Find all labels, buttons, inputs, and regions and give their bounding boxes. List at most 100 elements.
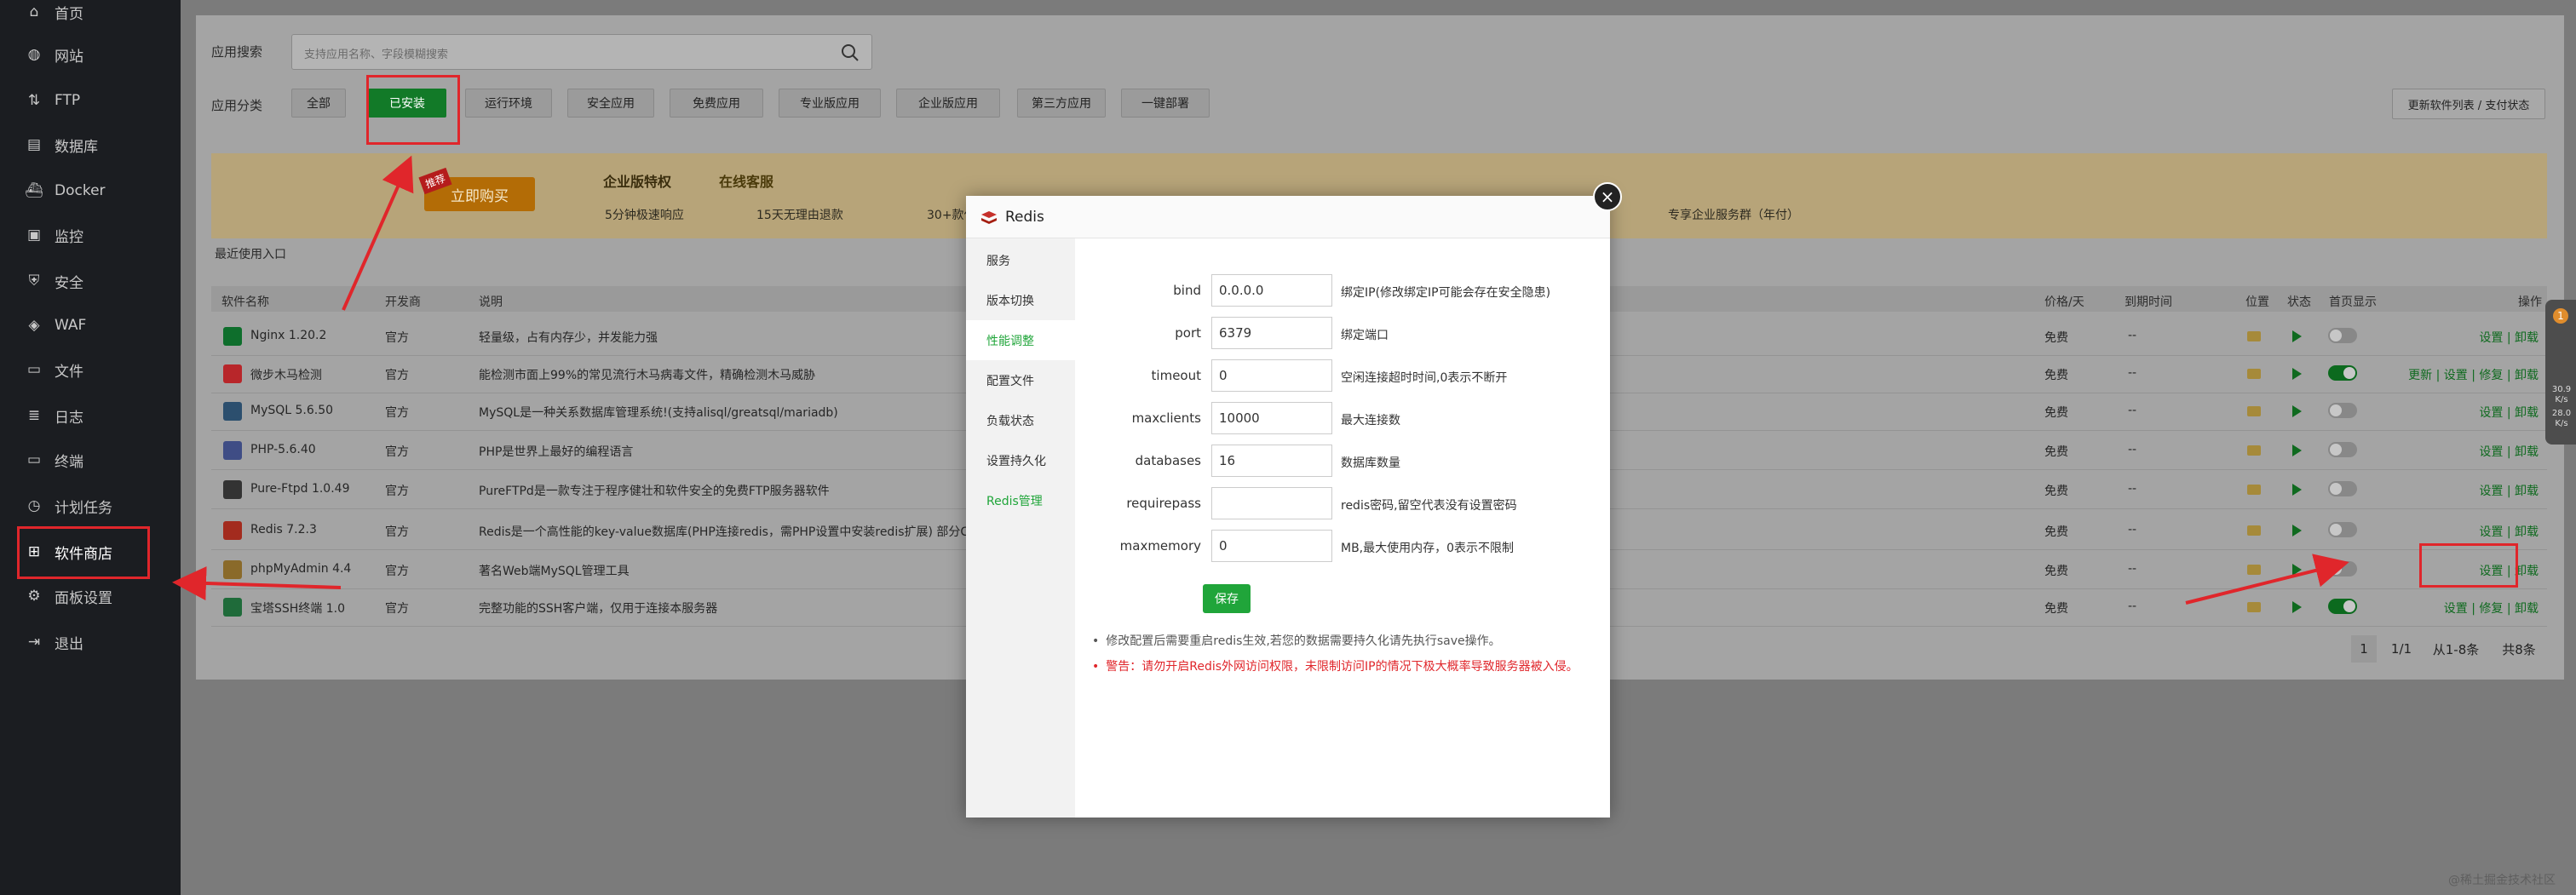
field-label: port xyxy=(1175,325,1201,341)
category-tab-2[interactable]: 运行环境 xyxy=(465,89,552,118)
folder-icon[interactable] xyxy=(2247,369,2261,379)
app-operations[interactable]: 设置 | 卸载 xyxy=(2479,329,2539,346)
requirepass-input[interactable] xyxy=(1211,487,1332,519)
search-icon[interactable] xyxy=(841,43,860,62)
folder-icon[interactable] xyxy=(2247,331,2261,341)
sidebar-item-14[interactable]: ⇥ 退出 xyxy=(0,622,181,663)
bind-input[interactable]: 0.0.0.0 xyxy=(1211,274,1332,307)
th-status: 状态 xyxy=(2287,295,2311,309)
sidebar-item-6[interactable]: ⛨ 安全 xyxy=(0,261,181,301)
app-operations[interactable]: 设置 | 卸载 xyxy=(2479,482,2539,499)
app-name[interactable]: Redis 7.2.3 xyxy=(250,523,317,536)
home-display-toggle[interactable] xyxy=(2328,442,2357,457)
modal-header: Redis xyxy=(966,196,1610,238)
app-description: 著名Web端MySQL管理工具 xyxy=(479,565,630,578)
modal-tab-6[interactable]: Redis管理 xyxy=(966,480,1075,520)
maxmemory-input[interactable]: 0 xyxy=(1211,530,1332,562)
home-display-toggle[interactable] xyxy=(2328,561,2357,577)
field-row-maxmemory: maxmemory 0 MB,最大使用内存，0表示不限制 xyxy=(1094,530,1605,564)
play-icon[interactable] xyxy=(2292,445,2302,456)
app-operations[interactable]: 设置 | 卸载 xyxy=(2479,443,2539,460)
play-icon[interactable] xyxy=(2292,330,2302,342)
terminal-icon: ▭ xyxy=(26,451,42,468)
sidebar-item-8[interactable]: ▭ 文件 xyxy=(0,349,181,390)
home-display-toggle[interactable] xyxy=(2328,522,2357,537)
modal-tab-1[interactable]: 版本切换 xyxy=(966,280,1075,320)
category-tab-7[interactable]: 第三方应用 xyxy=(1017,89,1106,118)
play-icon[interactable] xyxy=(2292,601,2302,613)
modal-tab-4[interactable]: 负载状态 xyxy=(966,400,1075,440)
play-icon[interactable] xyxy=(2292,564,2302,576)
databases-input[interactable]: 16 xyxy=(1211,445,1332,477)
home-display-toggle[interactable] xyxy=(2328,365,2357,381)
app-name[interactable]: PHP-5.6.40 xyxy=(250,443,316,456)
app-operations[interactable]: 设置 | 卸载 xyxy=(2479,404,2539,421)
field-row-bind: bind 0.0.0.0 绑定IP(修改绑定IP可能会存在安全隐患) xyxy=(1094,274,1605,308)
app-description: PHP是世界上最好的编程语言 xyxy=(479,445,634,459)
category-tab-3[interactable]: 安全应用 xyxy=(567,89,654,118)
sidebar-item-13[interactable]: ⚙ 面板设置 xyxy=(0,576,181,617)
category-tab-0[interactable]: 全部 xyxy=(291,89,346,118)
port-input[interactable]: 6379 xyxy=(1211,317,1332,349)
home-display-toggle[interactable] xyxy=(2328,481,2357,496)
play-icon[interactable] xyxy=(2292,484,2302,496)
home-display-toggle[interactable] xyxy=(2328,328,2357,343)
folder-icon[interactable] xyxy=(2247,602,2261,612)
home-display-toggle[interactable] xyxy=(2328,403,2357,418)
pagination-current[interactable]: 1 xyxy=(2351,635,2377,663)
field-hint: 空闲连接超时时间,0表示不断开 xyxy=(1341,371,1508,385)
app-expire: -- xyxy=(2128,562,2137,576)
folder-icon[interactable] xyxy=(2247,485,2261,495)
sidebar-item-1[interactable]: ◍ 网站 xyxy=(0,34,181,75)
category-tab-5[interactable]: 专业版应用 xyxy=(779,89,881,118)
sidebar-item-4[interactable]: ⛴ Docker xyxy=(0,170,181,211)
play-icon[interactable] xyxy=(2292,405,2302,417)
app-price: 免费 xyxy=(2044,406,2068,420)
app-operations[interactable]: 设置 | 卸载 xyxy=(2479,523,2539,540)
folder-icon[interactable] xyxy=(2247,565,2261,575)
sidebar-item-5[interactable]: ▣ 监控 xyxy=(0,215,181,255)
sidebar-item-11[interactable]: ◷ 计划任务 xyxy=(0,485,181,526)
app-name[interactable]: Pure-Ftpd 1.0.49 xyxy=(250,482,349,496)
close-icon[interactable]: × xyxy=(1593,182,1622,211)
app-name[interactable]: 微步木马检测 xyxy=(250,366,322,383)
folder-icon[interactable] xyxy=(2247,406,2261,416)
folder-icon[interactable] xyxy=(2247,525,2261,536)
shield-icon: ⛨ xyxy=(28,273,40,290)
sidebar-item-3[interactable]: ▤ 数据库 xyxy=(0,124,181,165)
app-name[interactable]: MySQL 5.6.50 xyxy=(250,404,333,417)
notification-badge[interactable]: 1 xyxy=(2553,308,2568,324)
sidebar-item-10[interactable]: ▭ 终端 xyxy=(0,439,181,480)
app-operations[interactable]: 更新 | 设置 | 修复 | 卸载 xyxy=(2408,366,2539,383)
modal-tab-2[interactable]: 性能调整 xyxy=(966,320,1075,360)
speed-widget[interactable]: 1 30.9 K/s 28.0 K/s xyxy=(2545,300,2576,445)
modal-tab-0[interactable]: 服务 xyxy=(966,240,1075,280)
modal-tab-3[interactable]: 配置文件 xyxy=(966,360,1075,400)
play-icon[interactable] xyxy=(2292,525,2302,536)
update-list-button[interactable]: 更新软件列表 / 支付状态 xyxy=(2392,89,2545,119)
app-name[interactable]: phpMyAdmin 4.4 xyxy=(250,562,351,576)
category-tab-8[interactable]: 一键部署 xyxy=(1121,89,1210,118)
app-operations[interactable]: 设置 | 修复 | 卸载 xyxy=(2444,600,2539,617)
search-input[interactable]: 支持应用名称、字段模糊搜索 xyxy=(291,34,872,70)
maxclients-input[interactable]: 10000 xyxy=(1211,402,1332,434)
sidebar-item-7[interactable]: ◈ WAF xyxy=(0,305,181,346)
modal-tab-5[interactable]: 设置持久化 xyxy=(966,440,1075,480)
category-tab-4[interactable]: 免费应用 xyxy=(670,89,763,118)
sidebar-item-9[interactable]: ≣ 日志 xyxy=(0,395,181,436)
nginx-icon xyxy=(223,327,242,346)
app-name[interactable]: Nginx 1.20.2 xyxy=(250,329,326,342)
category-tab-6[interactable]: 企业版应用 xyxy=(896,89,1000,118)
play-icon[interactable] xyxy=(2292,368,2302,380)
folder-icon[interactable] xyxy=(2247,445,2261,456)
field-label: bind xyxy=(1173,283,1201,298)
timeout-input[interactable]: 0 xyxy=(1211,359,1332,392)
app-name[interactable]: 宝塔SSH终端 1.0 xyxy=(250,600,345,617)
app-developer: 官方 xyxy=(385,565,409,578)
sidebar-item-0[interactable]: ⌂ 首页 xyxy=(0,0,181,32)
app-description: 轻量级，占有内存少，并发能力强 xyxy=(479,331,658,345)
home-display-toggle[interactable] xyxy=(2328,599,2357,614)
banner-service[interactable]: 在线客服 xyxy=(719,170,773,191)
save-button[interactable]: 保存 xyxy=(1203,584,1251,613)
sidebar-item-2[interactable]: ⇅ FTP xyxy=(0,80,181,121)
